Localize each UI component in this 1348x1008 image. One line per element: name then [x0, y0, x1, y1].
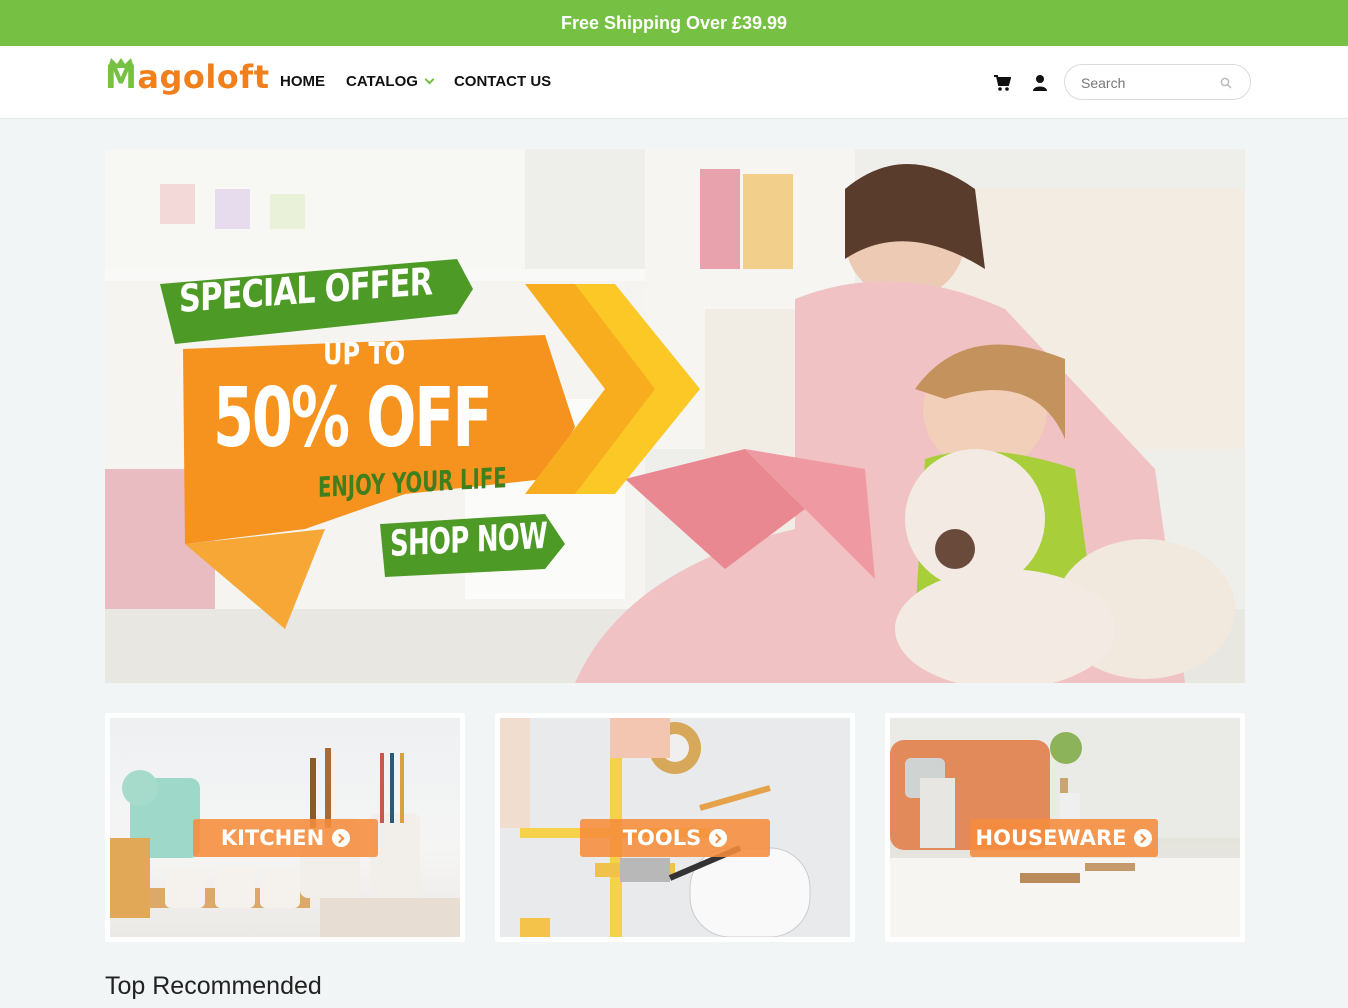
chevron-down-icon: [424, 74, 435, 85]
announcement-text: Free Shipping Over £39.99: [560, 13, 788, 33]
nav-contact-us-label: CONTACT US: [453, 73, 552, 90]
category-tile-houseware[interactable]: HOUSEWARE: [885, 713, 1245, 942]
houseware-image: HOUSEWARE: [890, 718, 1240, 937]
tools-image: TOOLS: [500, 718, 850, 937]
houseware-label: HOUSEWARE: [970, 819, 1158, 857]
hero-banner[interactable]: SPECIAL OFFER UP TO 50% OFF ENJOY YOUR L…: [105, 149, 1245, 683]
tools-label-text: TOOLS: [622, 826, 702, 850]
category-tile-kitchen[interactable]: KITCHEN: [105, 713, 465, 942]
site-header: Magoloft HOME CATALOG CONTACT US: [0, 46, 1348, 119]
hero-upto: UP TO: [323, 337, 406, 372]
arrow-right-icon: [709, 829, 728, 847]
search-box: [1064, 64, 1251, 100]
houseware-label-text: HOUSEWARE: [975, 826, 1127, 850]
main-nav: HOME CATALOG CONTACT US: [280, 73, 572, 90]
section-title-top-recommended: Top Recommended: [105, 972, 322, 1000]
kitchen-image: KITCHEN: [110, 718, 460, 937]
nav-home[interactable]: HOME: [280, 73, 325, 90]
nav-contact-us[interactable]: CONTACT US: [454, 73, 551, 90]
nav-catalog[interactable]: CATALOG: [346, 73, 435, 90]
announcement-bar: Free Shipping Over £39.99: [0, 0, 1348, 46]
hero-discount: 50% OFF: [213, 371, 493, 466]
kitchen-label: KITCHEN: [193, 819, 378, 857]
search-icon[interactable]: [1220, 77, 1232, 89]
arrow-right-icon: [1134, 829, 1153, 847]
nav-catalog-label: CATALOG: [346, 73, 418, 90]
nav-home-label: HOME: [280, 73, 325, 90]
tools-label: TOOLS: [580, 819, 770, 857]
cart-icon[interactable]: [993, 74, 1011, 92]
search-input[interactable]: [1081, 73, 1211, 93]
category-tiles: KITCHEN TOOLS HOUSEWARE: [105, 713, 1245, 942]
kitchen-label-text: KITCHEN: [220, 826, 325, 850]
logo[interactable]: Magoloft: [105, 58, 270, 96]
shop-now-button[interactable]: SHOP NOW: [390, 516, 547, 565]
logo-text: Magoloft: [105, 58, 270, 96]
user-icon[interactable]: [1031, 74, 1049, 92]
arrow-right-icon: [332, 829, 351, 847]
category-tile-tools[interactable]: TOOLS: [495, 713, 855, 942]
